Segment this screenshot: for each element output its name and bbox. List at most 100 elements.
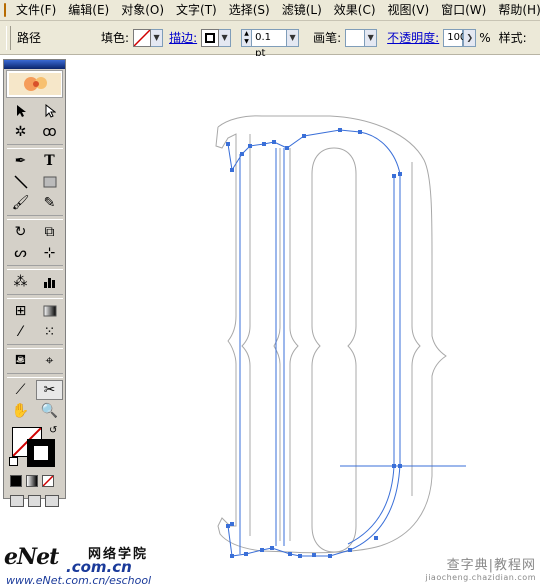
full-screen-menu-mode-icon[interactable] <box>27 495 42 507</box>
flower-logo[interactable] <box>6 70 63 98</box>
tools-panel-titlebar[interactable] <box>4 60 65 69</box>
panel-grip[interactable] <box>6 25 11 50</box>
menu-object[interactable]: 对象(O) <box>115 0 170 20</box>
lasso-tool-icon[interactable]: ꝏ <box>36 122 63 142</box>
stroke-weight-spinner[interactable]: ▲ ▼ <box>241 28 252 47</box>
paintbrush-tool-icon[interactable]: 🖌 <box>7 193 34 213</box>
stroke-color-box[interactable] <box>27 439 55 467</box>
tool-separator <box>7 373 63 378</box>
free-transform-tool-icon[interactable]: ⊹ <box>36 243 63 263</box>
mesh-tool-icon[interactable]: ⊞ <box>7 301 34 321</box>
hand-tool-icon[interactable]: ✋ <box>7 401 34 421</box>
menu-select[interactable]: 选择(S) <box>223 0 276 20</box>
line-icon <box>13 175 28 189</box>
menu-help[interactable]: 帮助(H) <box>492 0 540 20</box>
swap-fill-stroke-icon[interactable]: ↺ <box>49 425 57 436</box>
brush-field[interactable] <box>345 28 366 47</box>
illustrator-app-icon[interactable] <box>4 3 6 17</box>
column-graph-tool-icon[interactable] <box>36 272 63 292</box>
color-mode-icon[interactable] <box>10 475 22 487</box>
stroke-swatch[interactable] <box>201 28 220 47</box>
none-mode-icon[interactable] <box>42 475 54 487</box>
enet-chinese-name: 网络学院 <box>88 547 149 562</box>
menu-window[interactable]: 窗口(W) <box>435 0 492 20</box>
artboard-canvas[interactable] <box>0 56 540 588</box>
screen-mode-row <box>4 489 65 509</box>
eyedropper-tool-icon[interactable]: ⁄ <box>7 322 34 342</box>
opacity-arrow[interactable]: ❯ <box>463 28 477 47</box>
pencil-tool-icon[interactable]: ✎ <box>36 193 63 213</box>
chazidian-watermark: 查字典|教程网 jiaocheng.chazidian.com <box>424 554 536 584</box>
stroke-weight-dropdown[interactable]: ▼ <box>287 28 300 47</box>
none-slash-icon <box>43 476 53 486</box>
line-segment-tool-icon[interactable] <box>7 172 34 192</box>
menu-file[interactable]: 文件(F) <box>10 0 62 20</box>
menu-bar: 文件(F) 编辑(E) 对象(O) 文字(T) 选择(S) 滤镜(L) 效果(C… <box>0 0 540 21</box>
anchor-points[interactable] <box>226 128 402 558</box>
enet-logo-text: eNet <box>4 544 59 570</box>
letter-d-artwork[interactable] <box>0 56 540 588</box>
enet-watermark: eNet .com.cn 网络学院 www.eNet.com.cn/eschoo… <box>0 540 200 588</box>
fill-swatch[interactable] <box>133 28 152 47</box>
warp-tool-icon[interactable]: ᔕ <box>7 243 34 263</box>
object-type-label: 路径 <box>17 31 42 45</box>
stroke-link[interactable]: 描边: <box>169 29 197 46</box>
slice-tool-icon[interactable]: ⟋ <box>7 380 34 400</box>
menu-filter[interactable]: 滤镜(L) <box>276 0 328 20</box>
direct-selection-arrow-icon <box>45 104 56 118</box>
tool-separator <box>7 344 63 349</box>
brush-dropdown-arrow[interactable]: ▼ <box>365 28 378 47</box>
zoom-tool-icon[interactable]: 🔍 <box>36 401 63 421</box>
pen-tool-icon[interactable]: ✒ <box>7 151 34 171</box>
outline-paths <box>215 115 447 554</box>
fill-dropdown-arrow[interactable]: ▼ <box>151 28 164 47</box>
scissors-tool-icon[interactable]: ✂ <box>36 380 63 400</box>
gradient-mode-icon[interactable] <box>26 475 38 487</box>
default-colors-icon[interactable] <box>9 457 18 466</box>
gradient-icon <box>43 305 56 317</box>
chazidian-url: jiaocheng.chazidian.com <box>425 573 536 582</box>
selection-arrow-icon <box>16 105 26 117</box>
tool-separator <box>7 144 63 149</box>
menu-edit[interactable]: 编辑(E) <box>62 0 115 20</box>
standard-screen-mode-icon[interactable] <box>10 495 24 507</box>
percent-label: % <box>479 30 491 45</box>
fill-stroke-widget: ↺ <box>7 425 62 469</box>
fill-label: 填色: <box>101 31 130 45</box>
rectangle-icon <box>43 176 56 188</box>
control-bar: 路径 填色: ▼ 描边: ▼ ▲ ▼ 0.1 pt ▼ 画笔: ▼ 不透明度: 1… <box>0 21 540 59</box>
full-screen-mode-icon[interactable] <box>45 495 60 507</box>
menu-effect[interactable]: 效果(C) <box>328 0 382 20</box>
opacity-field[interactable]: 100 <box>443 28 466 47</box>
stroke-swatch-color <box>205 32 216 43</box>
live-paint-selection-tool-icon[interactable]: ⌖ <box>36 351 63 371</box>
chazidian-title: 查字典|教程网 <box>446 558 536 573</box>
magic-wand-tool-icon[interactable]: ✲ <box>7 122 34 142</box>
menu-type[interactable]: 文字(T) <box>170 0 223 20</box>
opacity-link[interactable]: 不透明度: <box>387 29 439 46</box>
rectangle-tool-icon[interactable] <box>36 172 63 192</box>
menu-view[interactable]: 视图(V) <box>382 0 436 20</box>
flower-logo-icon <box>8 73 61 95</box>
gradient-tool-icon[interactable] <box>36 301 63 321</box>
scale-tool-icon[interactable]: ⧉ <box>36 222 63 242</box>
tool-separator <box>7 215 63 220</box>
direct-selection-tool-icon[interactable] <box>36 101 63 121</box>
enet-url: www.eNet.com.cn/eschool <box>6 574 152 587</box>
selection-tool-icon[interactable] <box>7 101 34 121</box>
stroke-weight-field[interactable]: 0.1 pt <box>251 28 288 59</box>
brush-label: 画笔: <box>313 31 342 45</box>
rotate-tool-icon[interactable]: ↻ <box>7 222 34 242</box>
style-label: 样式: <box>498 31 527 45</box>
type-tool-icon[interactable]: T <box>36 151 63 171</box>
symbol-sprayer-tool-icon[interactable]: ⁂ <box>7 272 34 292</box>
tools-panel: ✲ ꝏ ✒ T 🖌 ✎ ↻ ⧉ ᔕ ⊹ ⁂ ⊞ ⁄ ⁙ ⛾ ⌖ ⟋ ✂ ✋ 🔍 <box>3 59 66 507</box>
color-mode-row <box>4 473 65 489</box>
live-paint-bucket-tool-icon[interactable]: ⛾ <box>7 351 34 371</box>
tool-separator <box>7 294 63 299</box>
blend-tool-icon[interactable]: ⁙ <box>36 322 63 342</box>
column-graph-icon <box>43 278 55 288</box>
tool-separator <box>7 265 63 270</box>
no-fill-icon <box>133 28 151 47</box>
stroke-dropdown-arrow[interactable]: ▼ <box>219 28 232 47</box>
